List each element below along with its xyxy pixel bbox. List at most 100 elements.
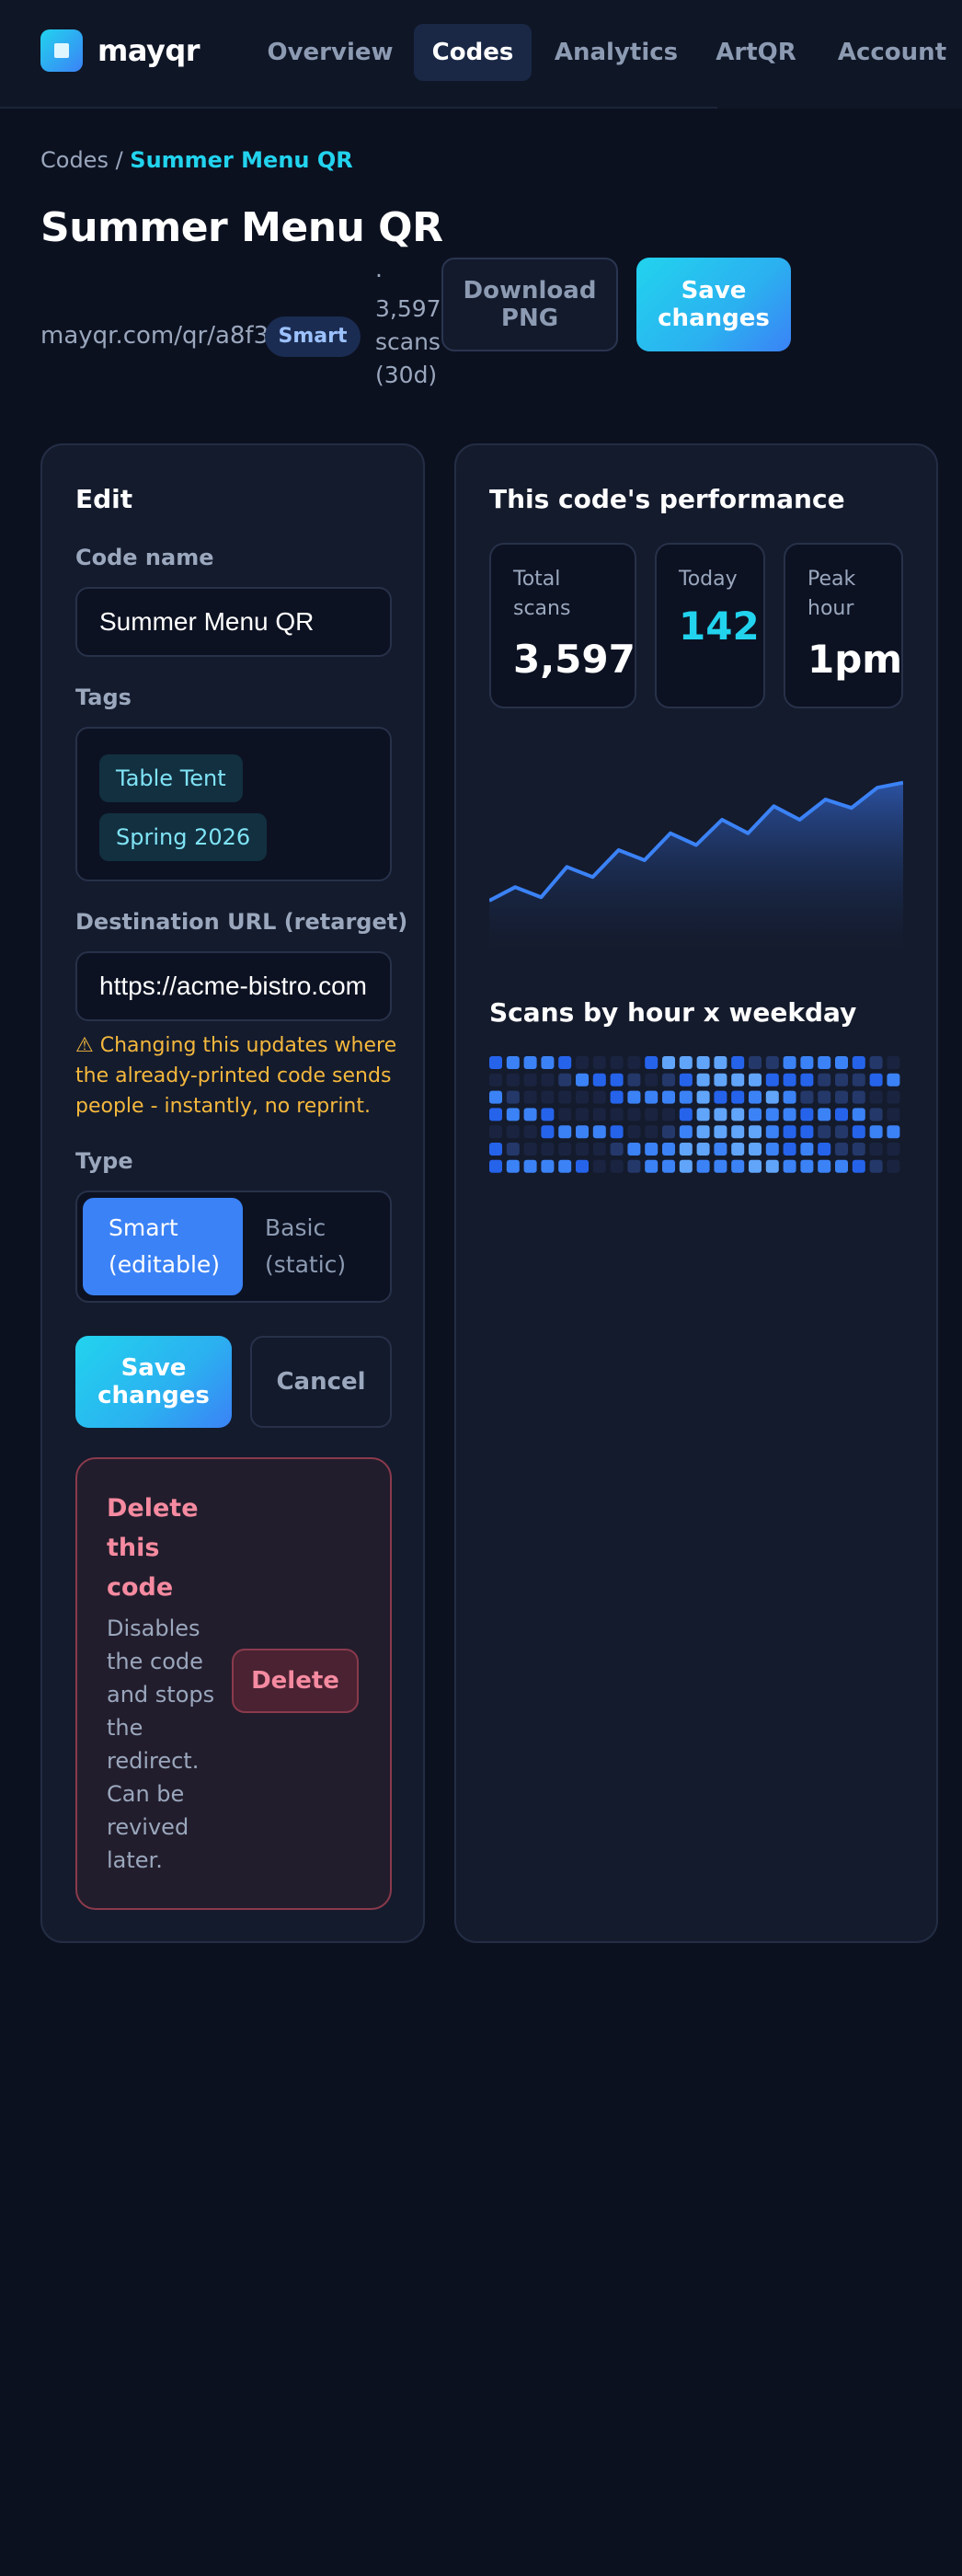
nav-item-account[interactable]: Account [831, 24, 953, 81]
cancel-button[interactable]: Cancel [250, 1336, 392, 1428]
heatmap-cell [645, 1159, 659, 1173]
heatmap-cell [679, 1056, 693, 1069]
heatmap-cell [835, 1159, 848, 1173]
save-changes-button-top[interactable]: Save changes [636, 258, 791, 351]
nav-item-analytics[interactable]: Analytics [544, 24, 688, 81]
heatmap-cell [576, 1073, 589, 1087]
heatmap-cell [576, 1159, 589, 1173]
heatmap-cell [523, 1159, 537, 1173]
heatmap-cell [489, 1073, 502, 1087]
heatmap-cell [783, 1090, 796, 1104]
brand-name: mayqr [97, 33, 200, 68]
heatmap-cell [506, 1159, 520, 1173]
breadcrumb-separator: / [108, 147, 131, 173]
danger-title-line3: code [107, 1573, 174, 1602]
download-png-button[interactable]: Download PNG [441, 258, 618, 351]
heatmap-cell [887, 1159, 900, 1173]
stat-total-scans: Total scans 3,597 [489, 543, 636, 708]
stat-label-line: Peak [807, 568, 856, 591]
tags-input[interactable]: Table Tent Spring 2026 [75, 727, 392, 881]
tag-chip[interactable]: Spring 2026 [99, 813, 268, 861]
heatmap-cell [662, 1159, 675, 1173]
heatmap-cell [523, 1073, 537, 1087]
heatmap-cell [749, 1090, 762, 1104]
heatmap-cell [645, 1090, 659, 1104]
heatmap-cell [541, 1108, 555, 1121]
danger-desc-line: and stops [107, 1682, 215, 1708]
code-name-input[interactable]: Summer Menu QR [75, 587, 392, 657]
heatmap-cell [645, 1073, 659, 1087]
stat-label: Total scans [513, 565, 570, 624]
heatmap-cell [765, 1073, 779, 1087]
short-url[interactable]: mayqr.com/qr/a8f3 [40, 322, 269, 350]
heatmap-cell [835, 1125, 848, 1139]
nav-item-overview[interactable]: Overview [254, 24, 407, 81]
heatmap-cell [696, 1143, 710, 1156]
heatmap-cell [558, 1143, 572, 1156]
heatmap-cell [818, 1073, 831, 1087]
heatmap-cell [818, 1056, 831, 1069]
heatmap-cell [662, 1108, 675, 1121]
edit-title: Edit [75, 484, 133, 514]
stat-value: 142 [679, 604, 760, 649]
heatmap-cell [800, 1073, 814, 1087]
heatmap-cell [576, 1108, 589, 1121]
heatmap-cell [610, 1159, 624, 1173]
heatmap-cell [869, 1056, 883, 1069]
heatmap-cell [731, 1056, 745, 1069]
heatmap-cell [523, 1056, 537, 1069]
heatmap-cell [506, 1056, 520, 1069]
heatmap-cell [800, 1125, 814, 1139]
heatmap-cell [783, 1143, 796, 1156]
heatmap-cell [818, 1159, 831, 1173]
destination-url-label: Destination URL (retarget) [75, 909, 408, 935]
type-smart-line2: (editable) [109, 1251, 221, 1278]
heatmap-cell [610, 1073, 624, 1087]
scan-meta-count: 3,597 [375, 295, 441, 322]
save-changes-button[interactable]: Save changes [75, 1336, 232, 1428]
heatmap-cell [765, 1108, 779, 1121]
type-selector: Smart (editable) Basic (static) [75, 1190, 392, 1303]
destination-url-input[interactable]: https://acme-bistro.com [75, 951, 392, 1021]
heatmap-cell [489, 1056, 502, 1069]
heatmap-cell [869, 1090, 883, 1104]
heatmap-cell [714, 1056, 727, 1069]
tags-label: Tags [75, 684, 132, 710]
heatmap-cell [749, 1073, 762, 1087]
stat-label-line: scans [513, 597, 571, 620]
heatmap-cell [645, 1056, 659, 1069]
heatmap-cell [592, 1056, 606, 1069]
type-basic-line1: Basic [265, 1214, 326, 1241]
heatmap-cell [749, 1056, 762, 1069]
heatmap-cell [662, 1073, 675, 1087]
heatmap-cell [489, 1090, 502, 1104]
heatmap-cell [523, 1125, 537, 1139]
heatmap-cell [541, 1143, 555, 1156]
tag-chip[interactable]: Table Tent [99, 754, 243, 802]
heatmap-cell [662, 1125, 675, 1139]
danger-desc-line: redirect. [107, 1748, 200, 1774]
heatmap-cell [506, 1125, 520, 1139]
heatmap-cell [835, 1073, 848, 1087]
brand[interactable]: mayqr [40, 29, 200, 72]
danger-desc-line: later. [107, 1847, 163, 1873]
delete-button[interactable]: Delete [232, 1649, 359, 1713]
heatmap-cell [696, 1056, 710, 1069]
type-option-smart[interactable]: Smart (editable) [83, 1198, 243, 1295]
danger-title: Delete this code [107, 1489, 235, 1607]
heatmap-cell [869, 1108, 883, 1121]
heatmap-cell [610, 1108, 624, 1121]
nav-item-codes[interactable]: Codes [414, 24, 532, 81]
type-option-basic[interactable]: Basic (static) [243, 1198, 386, 1295]
page-title: Summer Menu QR [40, 204, 443, 251]
heatmap-title: Scans by hour x weekday [489, 997, 857, 1028]
heatmap-cell [627, 1090, 641, 1104]
heatmap-cell [783, 1108, 796, 1121]
breadcrumb-parent[interactable]: Codes [40, 147, 109, 173]
save-line2: changes [97, 1382, 210, 1409]
heatmap-cell [541, 1073, 555, 1087]
scan-trend-chart [489, 780, 903, 951]
heatmap-cell [558, 1125, 572, 1139]
nav-item-artqr[interactable]: ArtQR [704, 24, 807, 81]
heatmap-cell [610, 1143, 624, 1156]
